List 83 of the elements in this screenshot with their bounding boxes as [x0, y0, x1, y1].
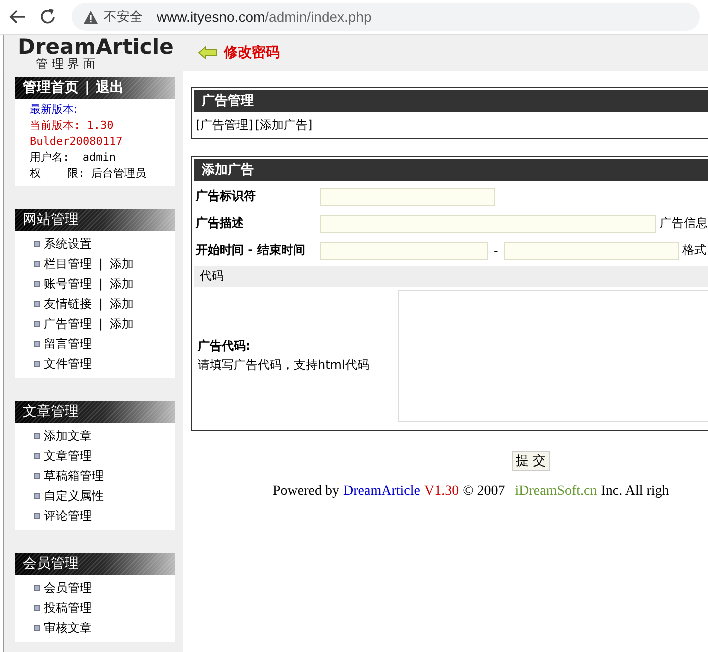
footer-text: Inc. All righ [601, 484, 670, 500]
bullet-icon [34, 473, 40, 479]
text-field[interactable] [320, 188, 495, 206]
footer-text: Powered by [273, 484, 340, 500]
submit-button[interactable]: 提 交 [512, 451, 550, 471]
change-password-link[interactable]: 修改密码 [224, 44, 280, 62]
warning-icon [84, 10, 98, 24]
security-label: 不安全 [104, 8, 143, 26]
bullet-icon [34, 433, 40, 439]
bullet-icon [34, 453, 40, 459]
panel-title: 添加广告 [194, 159, 708, 181]
section-title: 网站管理 [23, 211, 79, 229]
info-text: 权 限: 后台管理员 [30, 166, 148, 182]
add-link[interactable]: 添加 [110, 276, 134, 292]
add-link[interactable]: 添加 [110, 256, 134, 272]
menu-link[interactable]: 友情链接 [44, 296, 92, 312]
logout-link[interactable]: 退出 [96, 79, 124, 97]
menu-link[interactable]: 账号管理 [44, 276, 92, 292]
bullet-icon [34, 341, 40, 347]
bullet-icon [34, 605, 40, 611]
footer-text: © 2007 [463, 484, 506, 500]
bullet-icon [34, 493, 40, 499]
dash-text: - [493, 244, 500, 258]
text-field[interactable] [320, 242, 488, 260]
separator-text: | [98, 317, 104, 331]
section-band: 代码 [194, 266, 708, 287]
menu-link[interactable]: 草稿箱管理 [44, 468, 104, 484]
text-field[interactable] [504, 242, 680, 260]
bullet-icon [34, 301, 40, 307]
add-link[interactable]: 添加 [110, 316, 134, 332]
url-host: www.ityesno.com [157, 9, 266, 25]
product-link[interactable]: DreamArticle [344, 484, 420, 500]
info-text: 当前版本: 1.30 [30, 118, 115, 134]
field-note: 广告信息 [660, 215, 708, 232]
bullet-icon [34, 361, 40, 367]
panel-link[interactable]: [广告管理] [196, 117, 254, 134]
bullet-icon [34, 321, 40, 327]
bullet-icon [34, 281, 40, 287]
bullet-icon [34, 241, 40, 247]
menu-link[interactable]: 自定义属性 [44, 488, 104, 504]
logo-subtitle: 管 理 界 面 [35, 58, 96, 71]
bullet-icon [34, 585, 40, 591]
separator-text: | [98, 257, 104, 271]
field-label: 广告代码: [198, 338, 252, 355]
home-link[interactable]: 管理首页 [23, 79, 79, 97]
separator-text: | [85, 80, 90, 96]
left-arrow-icon [198, 46, 218, 60]
section-title: 会员管理 [23, 555, 79, 573]
separator-text: | [98, 297, 104, 311]
bullet-icon [34, 625, 40, 631]
text-field[interactable] [320, 214, 656, 232]
panel-title: 广告管理 [194, 90, 708, 112]
code-textarea[interactable] [398, 290, 708, 422]
bullet-icon [34, 513, 40, 519]
field-hint: 请填写广告代码，支持html代码 [198, 357, 370, 374]
add-link[interactable]: 添加 [110, 296, 134, 312]
menu-link[interactable]: 投稿管理 [44, 600, 92, 616]
bullet-icon [34, 261, 40, 267]
field-label: 广告标识符 [196, 188, 257, 205]
menu-link[interactable]: 会员管理 [44, 580, 92, 596]
section-title: 文章管理 [23, 403, 79, 421]
info-text: 用户名: admin [30, 150, 117, 166]
panel-link[interactable]: [添加广告] [255, 117, 313, 134]
url-path: /admin/index.php [265, 9, 372, 25]
field-note: 格式 [682, 242, 706, 259]
menu-link[interactable]: 留言管理 [44, 336, 92, 352]
info-text: 最新版本: [30, 102, 79, 118]
logo-text: DreamArticle [18, 36, 175, 58]
menu-link[interactable]: 文件管理 [44, 356, 92, 372]
separator-text: | [98, 277, 104, 291]
reload-icon[interactable] [38, 7, 58, 27]
menu-link[interactable]: 添加文章 [44, 428, 92, 444]
field-label: 广告描述 [196, 215, 245, 232]
menu-link[interactable]: 文章管理 [44, 448, 92, 464]
info-text: Bulder20080117 [30, 134, 124, 150]
version-text: V1.30 [424, 484, 460, 500]
field-label: 开始时间 - 结束时间 [196, 242, 306, 259]
menu-link[interactable]: 系统设置 [44, 236, 92, 252]
menu-link[interactable]: 评论管理 [44, 508, 92, 524]
menu-link[interactable]: 广告管理 [44, 316, 92, 332]
menu-link[interactable]: 审核文章 [44, 620, 92, 636]
menu-link[interactable]: 栏目管理 [44, 256, 92, 272]
address-bar[interactable]: 不安全 www.ityesno.com/admin/index.php [72, 3, 700, 31]
